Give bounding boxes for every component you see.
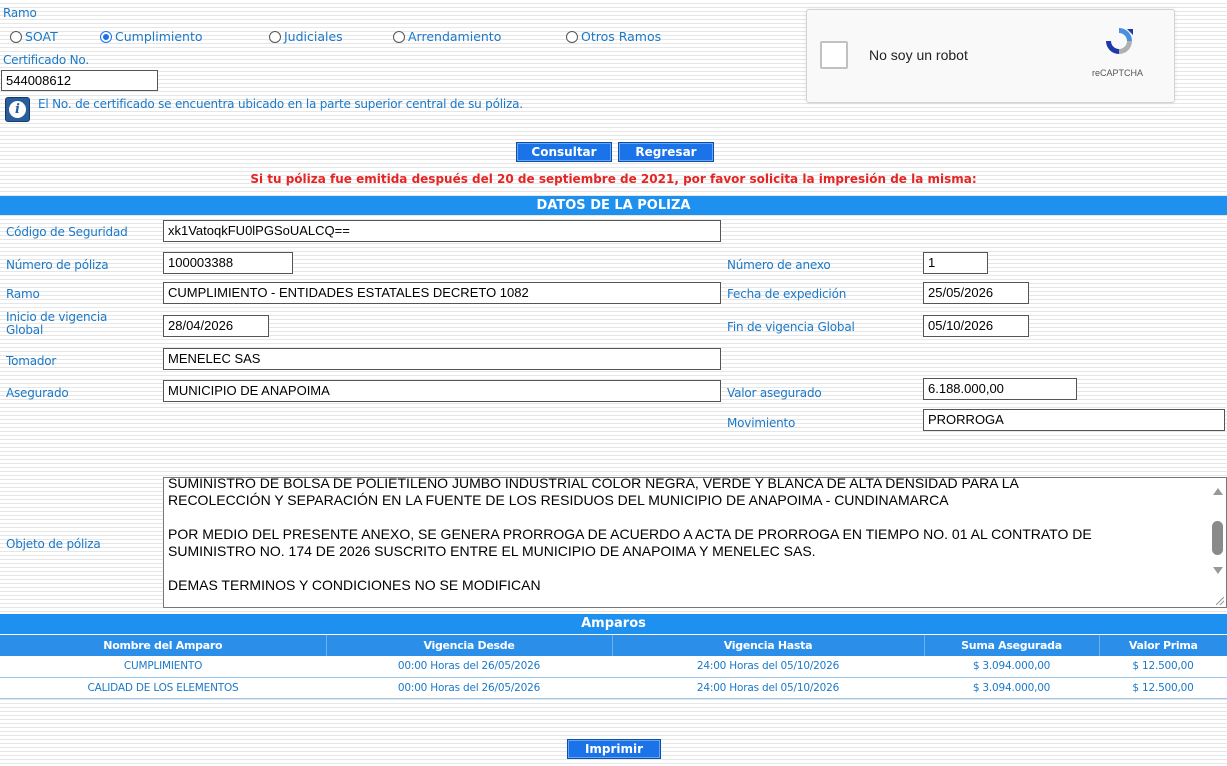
numero-anexo-label: Número de anexo xyxy=(727,258,831,272)
radio-judiciales-label: Judiciales xyxy=(284,29,343,44)
objeto-line: DEMAS TERMINOS Y CONDICIONES NO SE MODIF… xyxy=(168,577,541,593)
scroll-thumb[interactable] xyxy=(1212,521,1223,555)
table-cell: $ 12.500,00 xyxy=(1099,656,1227,678)
radio-soat[interactable]: SOAT xyxy=(10,29,58,44)
radio-otros-ramos[interactable]: Otros Ramos xyxy=(566,29,661,44)
inicio-vigencia-field: 28/04/2026 xyxy=(163,315,269,337)
table-cell: 00:00 Horas del 26/05/2026 xyxy=(326,677,612,699)
radio-cumplimiento[interactable]: Cumplimiento xyxy=(100,29,203,44)
table-cell: $ 12.500,00 xyxy=(1099,677,1227,699)
certificado-label: Certificado No. xyxy=(3,53,89,67)
movimiento-label: Movimiento xyxy=(727,416,796,430)
info-icon-glyph: i xyxy=(9,101,26,118)
radio-otros-ramos-label: Otros Ramos xyxy=(581,29,662,44)
numero-anexo-field: 1 xyxy=(923,252,988,274)
inicio-vigencia-label: Inicio de vigencia Global xyxy=(6,311,107,337)
col-header: Nombre del Amparo xyxy=(0,635,327,656)
fin-vigencia-field: 05/10/2026 xyxy=(923,315,1029,337)
valor-asegurado-label: Valor asegurado xyxy=(727,386,822,400)
radio-cumplimiento-label: Cumplimiento xyxy=(115,29,203,44)
radio-soat-circle[interactable] xyxy=(10,30,22,43)
radio-arrendamiento-circle[interactable] xyxy=(393,30,405,43)
radio-otros-ramos-circle[interactable] xyxy=(566,30,578,43)
objeto-scrollbar[interactable] xyxy=(1209,478,1226,607)
col-header: Suma Asegurada xyxy=(924,635,1100,656)
table-cell: $ 3.094.000,00 xyxy=(924,677,1099,699)
objeto-poliza-textarea[interactable]: SUMINISTRO DE BOLSA DE POLIETILENO JUMBO… xyxy=(163,477,1227,608)
radio-arrendamiento-label: Arrendamiento xyxy=(408,29,502,44)
radio-judiciales-circle[interactable] xyxy=(269,30,281,43)
objeto-line: SUMINISTRO NO. 174 DE 2026 SUSCRITO ENTR… xyxy=(168,543,816,559)
table-row: CUMPLIMIENTO 00:00 Horas del 26/05/2026 … xyxy=(0,656,1227,678)
notice-text: Si tu póliza fue emitida después del 20 … xyxy=(250,172,977,186)
codigo-field: xk1VatoqkFU0lPGSoUALCQ== xyxy=(163,220,721,242)
radio-cumplimiento-circle[interactable] xyxy=(100,30,112,43)
radio-arrendamiento[interactable]: Arrendamiento xyxy=(393,29,501,44)
valor-asegurado-field: 6.188.000,00 xyxy=(923,378,1077,400)
certificado-input[interactable]: 544008612 xyxy=(1,70,158,91)
numero-poliza-label: Número de póliza xyxy=(6,258,109,272)
ramo-field: CUMPLIMIENTO - ENTIDADES ESTATALES DECRE… xyxy=(163,282,721,304)
regresar-button[interactable]: Regresar xyxy=(618,142,714,162)
consultar-button[interactable]: Consultar xyxy=(516,142,612,162)
table-cell: CALIDAD DE LOS ELEMENTOS xyxy=(0,677,326,699)
asegurado-field: MUNICIPIO DE ANAPOIMA xyxy=(163,380,721,402)
scroll-down-arrow-icon[interactable] xyxy=(1213,567,1223,574)
fecha-expedicion-label: Fecha de expedición xyxy=(727,287,847,301)
info-icon: i xyxy=(5,97,30,122)
table-row: CALIDAD DE LOS ELEMENTOS 00:00 Horas del… xyxy=(0,677,1227,699)
numero-poliza-field: 100003388 xyxy=(163,252,293,274)
recaptcha-brand: reCAPTCHA xyxy=(1092,68,1144,78)
codigo-label: Código de Seguridad xyxy=(6,225,128,239)
amparos-header-row: Nombre del Amparo Vigencia Desde Vigenci… xyxy=(0,635,1227,656)
col-header: Valor Prima xyxy=(1099,635,1227,656)
objeto-line: SUMINISTRO DE BOLSA DE POLIETILENO JUMBO… xyxy=(168,477,1019,491)
fecha-expedicion-field: 25/05/2026 xyxy=(923,282,1029,304)
table-cell: CUMPLIMIENTO xyxy=(0,656,326,678)
ramo-radio-group: SOAT Cumplimiento Judiciales Arrendamien… xyxy=(0,29,700,47)
objeto-poliza-label: Objeto de póliza xyxy=(6,537,101,551)
objeto-line: RECOLECCIÓN Y SEPARACIÓN EN LA FUENTE DE… xyxy=(168,492,949,508)
tomador-label: Tomador xyxy=(6,354,57,368)
tomador-field: MENELEC SAS xyxy=(163,348,721,370)
datos-poliza-header: DATOS DE LA POLIZA xyxy=(0,196,1227,215)
imprimir-button[interactable]: Imprimir xyxy=(567,739,661,759)
recaptcha-checkbox[interactable] xyxy=(820,41,848,69)
amparos-table: Nombre del Amparo Vigencia Desde Vigenci… xyxy=(0,635,1227,699)
fin-vigencia-label: Fin de vigencia Global xyxy=(727,320,855,334)
objeto-line: POR MEDIO DEL PRESENTE ANEXO, SE GENERA … xyxy=(168,526,1092,542)
col-header: Vigencia Hasta xyxy=(612,635,925,656)
resize-grip-icon[interactable] xyxy=(1216,597,1224,605)
objeto-poliza-text: SUMINISTRO DE BOLSA DE POLIETILENO JUMBO… xyxy=(168,477,1198,594)
table-cell: 24:00 Horas del 05/10/2026 xyxy=(612,656,924,678)
asegurado-label: Asegurado xyxy=(6,386,69,400)
inicio-vigencia-label-line2: Global xyxy=(6,323,44,337)
col-header: Vigencia Desde xyxy=(326,635,613,656)
table-cell: $ 3.094.000,00 xyxy=(924,656,1099,678)
radio-judiciales[interactable]: Judiciales xyxy=(269,29,343,44)
movimiento-field: PRORROGA xyxy=(923,409,1225,431)
recaptcha-logo-icon xyxy=(1106,28,1133,54)
scroll-up-arrow-icon[interactable] xyxy=(1213,488,1223,495)
info-text: El No. de certificado se encuentra ubica… xyxy=(38,97,523,111)
ramo-label: Ramo xyxy=(6,287,40,301)
table-cell: 24:00 Horas del 05/10/2026 xyxy=(612,677,924,699)
table-cell: 00:00 Horas del 26/05/2026 xyxy=(326,656,612,678)
recaptcha-label: No soy un robot xyxy=(869,47,968,63)
ramo-heading: Ramo xyxy=(3,6,37,20)
recaptcha-widget: No soy un robot reCAPTCHA xyxy=(806,9,1175,103)
radio-soat-label: SOAT xyxy=(25,29,58,44)
amparos-header: Amparos xyxy=(0,614,1227,634)
